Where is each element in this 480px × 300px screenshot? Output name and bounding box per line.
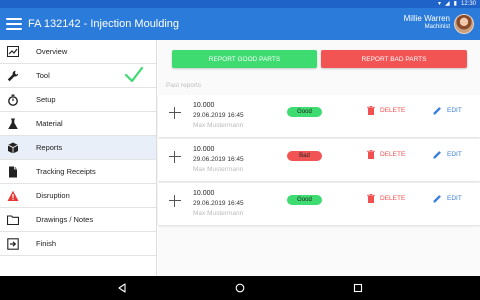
sidebar-item-overview[interactable]: Overview <box>0 40 156 64</box>
reports-panel: REPORT GOOD PARTS REPORT BAD PARTS Past … <box>158 40 480 276</box>
report-date: 29.06.2019 16:45 <box>193 200 244 207</box>
battery-icon: ▮ <box>453 1 457 7</box>
status-badge: Good <box>287 107 322 117</box>
report-date: 29.06.2019 16:45 <box>193 156 244 163</box>
sidebar-item-reports[interactable]: Reports <box>0 136 156 160</box>
trash-icon <box>367 106 375 115</box>
delete-label: DELETE <box>380 107 406 114</box>
status-bar: ▾ ◢ ▮ 12:30 <box>0 0 480 8</box>
delete-label: DELETE <box>380 195 406 202</box>
report-worker: Max Mustermann <box>193 210 244 217</box>
sidebar-item-material[interactable]: Material <box>0 112 156 136</box>
wrench-icon <box>6 69 20 83</box>
report-bad-parts-button[interactable]: REPORT BAD PARTS <box>321 50 467 68</box>
exit-icon <box>6 237 20 251</box>
sidebar-item-tool[interactable]: Tool <box>0 64 156 88</box>
user-role: Machinist <box>424 24 450 30</box>
sidebar-item-tracking-receipts[interactable]: Tracking Receipts <box>0 160 156 184</box>
sidebar-item-drawings-notes[interactable]: Drawings / Notes <box>0 208 156 232</box>
sidebar-item-label: Setup <box>36 95 56 104</box>
delete-button[interactable]: DELETE <box>367 150 405 159</box>
sidebar-item-finish[interactable]: Finish <box>0 232 156 256</box>
report-date: 29.06.2019 16:45 <box>193 112 244 119</box>
wifi-icon: ▾ <box>438 1 442 7</box>
user-info: Millie Warren Machinist <box>404 14 450 30</box>
report-card: 10.000 29.06.2019 16:45 Max Mustermann G… <box>158 95 480 137</box>
report-quantity: 10.000 <box>193 102 215 109</box>
avatar[interactable] <box>454 14 474 34</box>
sidebar-item-label: Tool <box>36 71 50 80</box>
edit-button[interactable]: EDIT <box>433 194 462 203</box>
delete-button[interactable]: DELETE <box>367 194 405 203</box>
system-navigation-bar <box>0 276 480 300</box>
pencil-icon <box>433 151 441 159</box>
report-quantity: 10.000 <box>193 190 215 197</box>
sidebar-item-label: Drawings / Notes <box>36 215 94 224</box>
pencil-icon <box>433 195 441 203</box>
page-title: FA 132142 - Injection Moulding <box>28 18 180 30</box>
signal-icon: ◢ <box>445 1 450 7</box>
cube-icon <box>6 141 20 155</box>
report-card: 10.000 29.06.2019 16:45 Max Mustermann G… <box>158 183 480 225</box>
delete-button[interactable]: DELETE <box>367 106 405 115</box>
report-quantity: 10.000 <box>193 146 215 153</box>
folder-icon <box>6 213 20 227</box>
pencil-icon <box>433 107 441 115</box>
sidebar: Overview Tool Setup Material Reports Tra… <box>0 40 157 276</box>
flask-icon <box>6 117 20 131</box>
trash-icon <box>367 150 375 159</box>
edit-label: EDIT <box>447 195 462 202</box>
check-icon <box>124 66 144 84</box>
sidebar-item-label: Overview <box>36 47 68 56</box>
sidebar-item-label: Disruption <box>36 191 70 200</box>
sidebar-item-label: Finish <box>36 239 57 248</box>
sidebar-item-disruption[interactable]: Disruption <box>0 184 156 208</box>
edit-label: EDIT <box>447 107 462 114</box>
sidebar-item-label: Reports <box>36 143 63 152</box>
document-icon <box>6 165 20 179</box>
status-badge: Bad <box>287 151 322 161</box>
chart-icon <box>6 45 20 59</box>
edit-button[interactable]: EDIT <box>433 150 462 159</box>
delete-label: DELETE <box>380 151 406 158</box>
sidebar-item-label: Tracking Receipts <box>36 167 96 176</box>
sidebar-item-setup[interactable]: Setup <box>0 88 156 112</box>
sidebar-item-label: Material <box>36 119 63 128</box>
trash-icon <box>367 194 375 203</box>
status-badge: Good <box>287 195 322 205</box>
status-time: 12:30 <box>460 1 476 7</box>
past-reports-heading: Past reports <box>166 82 202 89</box>
report-good-parts-button[interactable]: REPORT GOOD PARTS <box>172 50 317 68</box>
home-icon[interactable] <box>235 283 245 293</box>
menu-button[interactable] <box>3 13 25 35</box>
crosshair-icon <box>169 151 181 163</box>
report-card: 10.000 29.06.2019 16:45 Max Mustermann B… <box>158 139 480 181</box>
report-worker: Max Mustermann <box>193 122 244 129</box>
hamburger-icon <box>6 18 22 20</box>
user-name: Millie Warren <box>403 14 450 23</box>
crosshair-icon <box>169 195 181 207</box>
warning-icon <box>6 189 20 203</box>
crosshair-icon <box>169 107 181 119</box>
app-bar: FA 132142 - Injection Moulding Millie Wa… <box>0 8 480 40</box>
recents-icon[interactable] <box>353 283 363 293</box>
back-icon[interactable] <box>117 283 127 293</box>
edit-button[interactable]: EDIT <box>433 106 462 115</box>
report-worker: Max Mustermann <box>193 166 244 173</box>
stopwatch-icon <box>6 93 20 107</box>
edit-label: EDIT <box>447 151 462 158</box>
